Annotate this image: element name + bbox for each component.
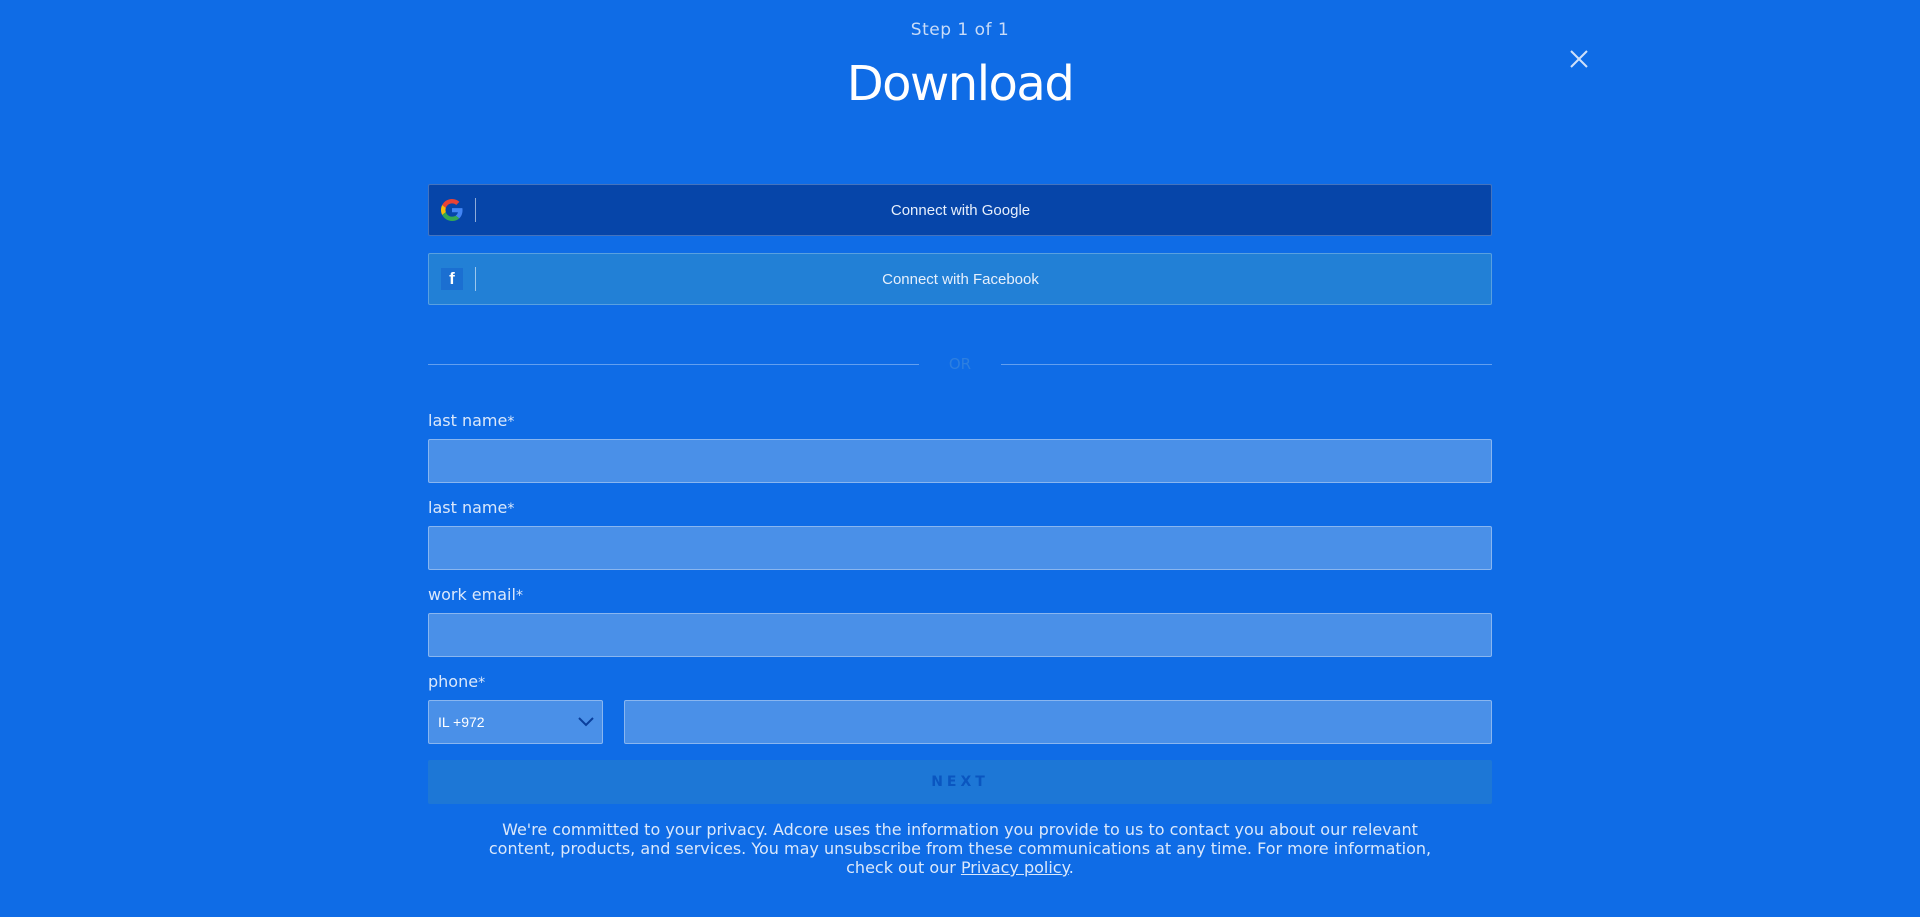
required-mark: * [507,414,515,430]
download-modal: Step 1 of 1 Download Connect with Google… [0,0,1920,917]
divider-line-left [428,364,919,365]
phone-input[interactable] [624,700,1492,744]
work-email-input[interactable] [428,613,1492,657]
last-name-label-text: last name [428,498,508,517]
privacy-end: . [1068,858,1074,877]
divider-line-right [1001,364,1492,365]
country-code-value: IL +972 [438,714,485,730]
or-divider: OR [428,355,1492,375]
next-button[interactable]: NEXT [428,760,1492,804]
privacy-notice: We're committed to your privacy. Adcore … [470,820,1450,877]
close-icon[interactable] [1568,48,1590,70]
last-name-label: last name* [428,498,514,517]
required-mark: * [515,588,523,604]
first-field-label: last name* [428,411,514,430]
facebook-icon-box: f [429,254,475,304]
google-icon [429,185,475,235]
facebook-button-label: Connect with Facebook [882,270,1039,288]
or-text: OR [948,355,972,373]
google-button-label: Connect with Google [890,201,1031,219]
chevron-down-icon [578,717,596,727]
facebook-icon: f [441,268,463,290]
required-mark: * [478,675,486,691]
privacy-policy-link[interactable]: Privacy policy [961,858,1069,877]
phone-label-text: phone [428,672,479,691]
connect-facebook-button[interactable]: f Connect with Facebook [428,253,1492,305]
page-title: Download [846,56,1075,112]
connect-google-button[interactable]: Connect with Google [428,184,1492,236]
required-mark: * [507,501,515,517]
first-name-input[interactable] [428,439,1492,483]
step-indicator: Step 1 of 1 [910,20,1010,40]
first-field-label-text: last name [428,411,508,430]
email-label-text: work email [428,585,516,604]
country-code-select[interactable]: IL +972 [428,700,603,744]
phone-label: phone* [428,672,485,691]
email-label: work email* [428,585,523,604]
last-name-input[interactable] [428,526,1492,570]
